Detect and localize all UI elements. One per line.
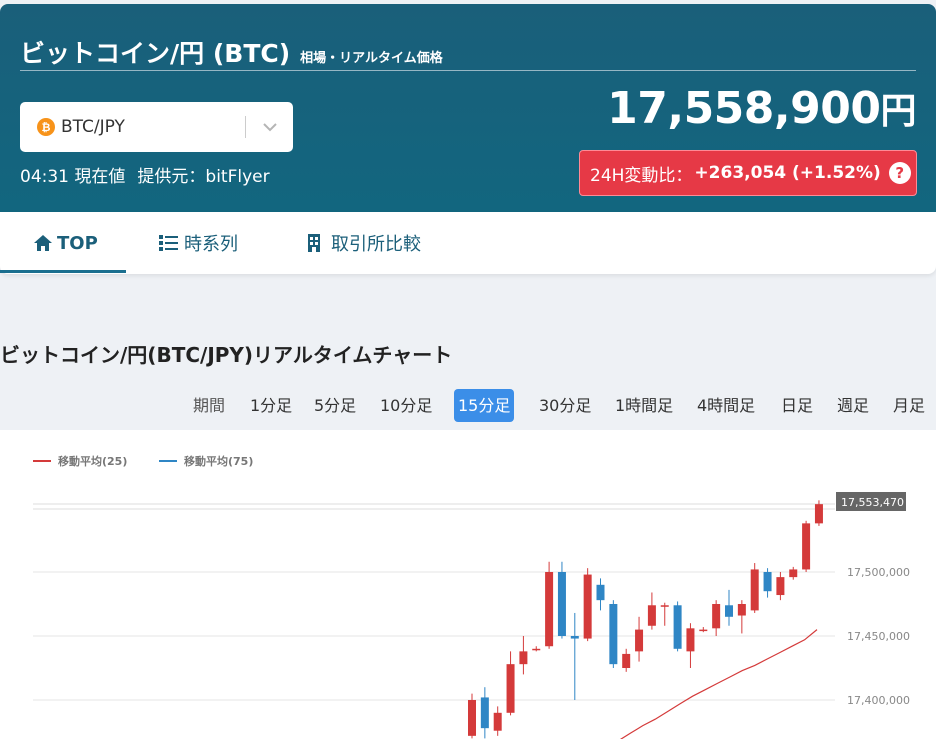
title-main: ビットコイン/円 (BTC): [20, 39, 291, 68]
candle-body: [660, 605, 669, 607]
tab-top[interactable]: TOP: [33, 212, 98, 274]
candle-body: [737, 604, 746, 616]
candle-body: [557, 572, 566, 636]
candle-body: [468, 700, 476, 736]
candle-body: [673, 605, 682, 649]
candle-body: [789, 569, 798, 578]
page-title: ビットコイン/円 (BTC) 相場・リアルタイム価格: [20, 34, 443, 70]
candle-body: [776, 577, 785, 596]
building-icon: [308, 234, 320, 252]
price-meta: 04:31 現在値 提供元：bitFlyer: [20, 162, 282, 187]
current-price-label: 17,553,470: [841, 496, 904, 509]
candle-body: [570, 636, 579, 639]
candle-body: [493, 712, 502, 731]
candle-body: [545, 572, 554, 647]
period-1min[interactable]: 1分足: [250, 389, 292, 422]
price-chart[interactable]: 17,400,000 17,450,000 17,500,000 17,553,470: [0, 430, 936, 739]
tab-exchange-compare[interactable]: 取引所比較: [305, 212, 421, 274]
period-1hour[interactable]: 1時間足: [615, 389, 673, 422]
period-10min[interactable]: 10分足: [380, 389, 432, 422]
home-icon: [34, 235, 52, 251]
period-5min[interactable]: 5分足: [314, 389, 356, 422]
period-label: 期間: [193, 396, 226, 415]
candle-body: [519, 651, 528, 665]
candle-body: [814, 504, 823, 524]
period-day[interactable]: 日足: [781, 389, 813, 422]
tab-timeseries-label: 時系列: [184, 234, 238, 255]
current-price: 17,558,900円: [607, 82, 916, 134]
period-15min[interactable]: 15分足: [454, 389, 515, 422]
period-week[interactable]: 週足: [837, 389, 869, 422]
candle-body: [647, 605, 656, 626]
candle-body: [596, 584, 605, 601]
y-tick-label: 17,400,000: [847, 694, 910, 707]
pair-select[interactable]: ₿ BTC/JPY: [20, 102, 293, 152]
period-30min[interactable]: 30分足: [539, 389, 591, 422]
tab-active-indicator: [0, 270, 126, 273]
candle-body: [480, 697, 489, 729]
nav-tabs: TOP 時系列 取引所比較: [0, 212, 936, 274]
candle-body: [699, 629, 708, 632]
candle-body: [583, 574, 592, 639]
candle-body: [725, 605, 733, 617]
candle-body: [635, 629, 644, 652]
chevron-down-icon[interactable]: [258, 115, 282, 139]
change-badge: 24H変動比： +263,054 (+1.52%) ?: [579, 150, 917, 196]
title-subtitle: 相場・リアルタイム価格: [300, 51, 443, 66]
change-value: +263,054 (+1.52%): [694, 163, 881, 183]
select-separator: [245, 116, 246, 138]
price-value: 17,558,900: [607, 83, 881, 134]
candle-body: [686, 628, 695, 652]
bitcoin-icon: ₿: [37, 118, 55, 136]
title-divider: [20, 70, 916, 71]
tab-top-label: TOP: [57, 232, 98, 254]
price-unit: 円: [880, 91, 916, 132]
tab-exchange-label: 取引所比較: [331, 234, 421, 255]
candle-body: [609, 604, 618, 665]
period-4hour[interactable]: 4時間足: [697, 389, 755, 422]
chart-panel: 移動平均(25) 移動平均(75) 17,400,000 17,450,000 17…: [0, 430, 936, 739]
ma25-line: [619, 629, 818, 739]
price-time: 04:31 現在値: [20, 167, 126, 187]
price-provider: 提供元：bitFlyer: [137, 167, 270, 187]
tab-timeseries[interactable]: 時系列: [158, 212, 238, 274]
candle-body: [763, 572, 772, 592]
candle-body: [712, 604, 721, 629]
chart-section-title: ビットコイン/円(BTC/JPY)リアルタイムチャート: [0, 343, 453, 367]
candle-body: [506, 664, 515, 713]
period-selector: 期間 1分足 5分足 10分足 15分足 30分足 1時間足 4時間足 日足 週…: [0, 389, 936, 423]
header: ビットコイン/円 (BTC) 相場・リアルタイム価格 ₿ BTC/JPY 04:…: [0, 4, 936, 212]
list-icon: [159, 235, 178, 251]
candle-body: [750, 569, 759, 611]
help-icon[interactable]: ?: [888, 162, 911, 184]
candle-body: [622, 653, 631, 668]
candle-body: [802, 523, 811, 570]
period-month[interactable]: 月足: [893, 389, 925, 422]
change-label: 24H変動比：: [590, 165, 693, 186]
y-tick-label: 17,500,000: [847, 566, 910, 579]
pair-select-value: BTC/JPY: [61, 117, 125, 137]
y-tick-label: 17,450,000: [847, 630, 910, 643]
candle-body: [532, 648, 541, 651]
